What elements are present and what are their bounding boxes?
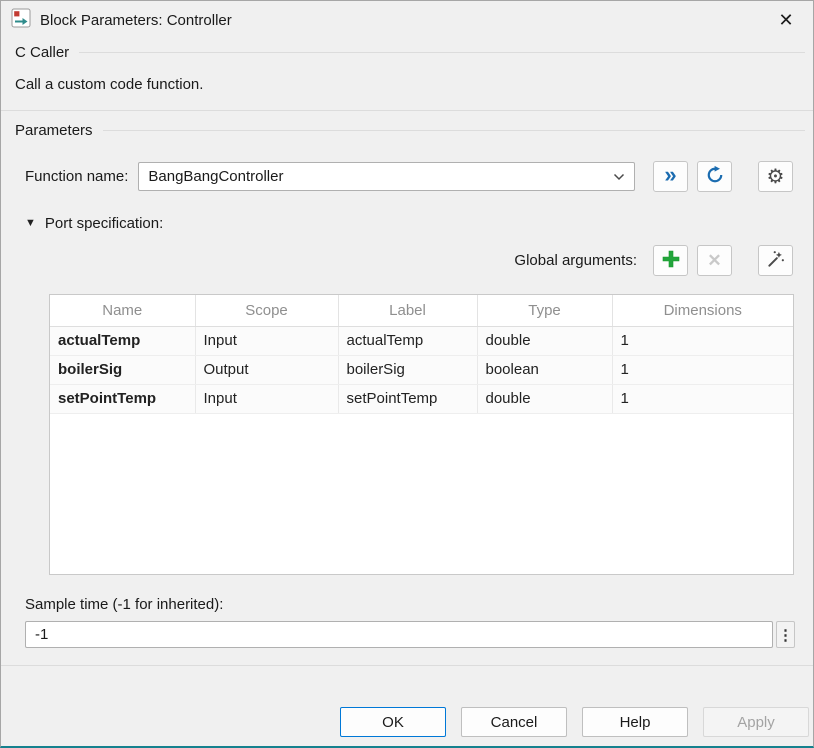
title-bar: Block Parameters: Controller ✕ — [1, 1, 813, 39]
column-header-label: Label — [338, 295, 477, 326]
chevron-down-icon — [613, 168, 625, 185]
cell-scope[interactable]: Input — [195, 326, 338, 355]
table-row: setPointTemp Input setPointTemp double 1 — [50, 384, 793, 413]
sample-time-input[interactable] — [25, 621, 773, 648]
ok-button[interactable]: OK — [340, 707, 446, 737]
table-header-row: Name Scope Label Type Dimensions — [50, 295, 793, 326]
port-table: Name Scope Label Type Dimensions actualT… — [49, 294, 794, 575]
function-toolbar: » ⚙ — [653, 161, 793, 192]
cell-dimensions[interactable]: 1 — [612, 355, 793, 384]
parameters-header: Parameters — [15, 122, 805, 139]
global-arguments-row: Global arguments: ✕ — [1, 245, 793, 276]
cell-label[interactable]: boilerSig — [338, 355, 477, 384]
function-name-row: Function name: BangBangController » ⚙ — [25, 161, 793, 192]
cell-dimensions[interactable]: 1 — [612, 326, 793, 355]
column-header-scope: Scope — [195, 295, 338, 326]
table-row: actualTemp Input actualTemp double 1 — [50, 326, 793, 355]
double-chevron-icon: » — [664, 164, 676, 186]
collapse-triangle-icon: ▼ — [25, 218, 36, 229]
cell-type[interactable]: double — [477, 384, 612, 413]
simulink-block-icon — [11, 8, 31, 32]
block-type-label: C Caller — [15, 44, 69, 61]
sample-time-label: Sample time (-1 for inherited): — [25, 596, 813, 613]
block-description: Call a custom code function. — [15, 76, 799, 93]
global-arguments-label: Global arguments: — [514, 252, 637, 269]
function-name-combobox[interactable]: BangBangController — [138, 162, 635, 191]
plus-icon — [661, 249, 681, 272]
cell-name[interactable]: boilerSig — [50, 355, 195, 384]
table-row: boilerSig Output boilerSig boolean 1 — [50, 355, 793, 384]
header-rule — [103, 130, 805, 131]
cell-name[interactable]: setPointTemp — [50, 384, 195, 413]
footer-divider — [1, 665, 813, 666]
vertical-dots-icon: ⋮ — [778, 626, 793, 644]
column-header-name: Name — [50, 295, 195, 326]
parameters-label: Parameters — [15, 122, 93, 139]
cell-label[interactable]: actualTemp — [338, 326, 477, 355]
header-rule — [79, 52, 805, 53]
refresh-button[interactable] — [697, 161, 732, 192]
port-spec-row[interactable]: ▼ Port specification: — [25, 215, 813, 232]
dialog-title: Block Parameters: Controller — [40, 12, 232, 29]
block-type-header: C Caller — [15, 44, 805, 61]
close-icon[interactable]: ✕ — [773, 7, 799, 33]
refresh-icon — [705, 165, 725, 188]
apply-button[interactable]: Apply — [703, 707, 809, 737]
cell-type[interactable]: double — [477, 326, 612, 355]
sample-time-menu-button[interactable]: ⋮ — [776, 621, 795, 648]
function-name-value: BangBangController — [148, 168, 613, 185]
delete-argument-button[interactable]: ✕ — [697, 245, 732, 276]
magic-wand-icon — [766, 249, 786, 272]
delete-icon: ✕ — [707, 252, 721, 269]
block-parameters-dialog: Block Parameters: Controller ✕ C Caller … — [0, 0, 814, 748]
column-header-type: Type — [477, 295, 612, 326]
auto-fill-button[interactable] — [758, 245, 793, 276]
cell-scope[interactable]: Output — [195, 355, 338, 384]
cancel-button[interactable]: Cancel — [461, 707, 567, 737]
cell-type[interactable]: boolean — [477, 355, 612, 384]
help-button[interactable]: Help — [582, 707, 688, 737]
expand-code-button[interactable]: » — [653, 161, 688, 192]
port-spec-label: Port specification: — [45, 215, 163, 232]
function-name-label: Function name: — [25, 168, 128, 185]
column-header-dimensions: Dimensions — [612, 295, 793, 326]
settings-button[interactable]: ⚙ — [758, 161, 793, 192]
gear-icon: ⚙ — [767, 167, 785, 187]
cell-scope[interactable]: Input — [195, 384, 338, 413]
footer-button-bar: OK Cancel Help Apply — [1, 707, 813, 746]
cell-dimensions[interactable]: 1 — [612, 384, 793, 413]
cell-label[interactable]: setPointTemp — [338, 384, 477, 413]
cell-name[interactable]: actualTemp — [50, 326, 195, 355]
section-divider — [1, 110, 813, 111]
sample-time-row: ⋮ — [25, 621, 795, 648]
add-argument-button[interactable] — [653, 245, 688, 276]
